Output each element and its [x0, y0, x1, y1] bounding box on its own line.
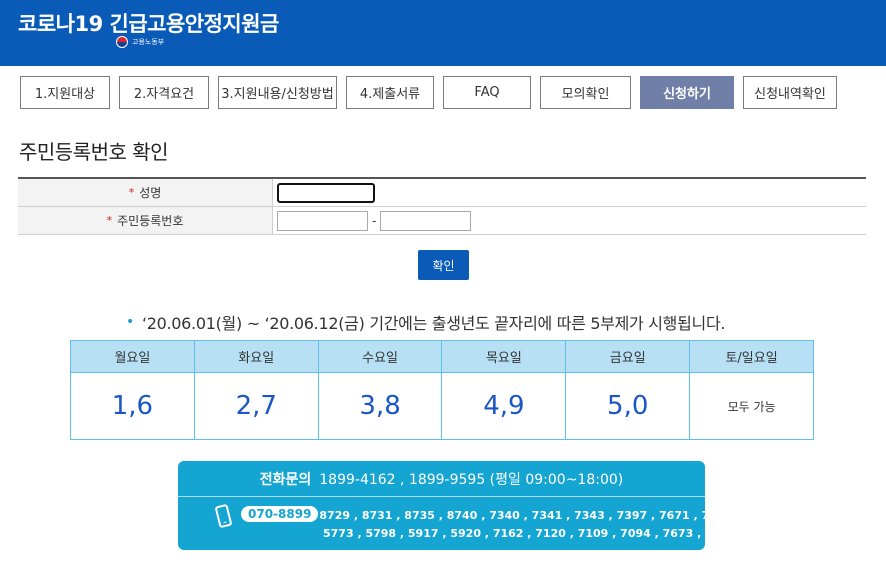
contact-box: 전화문의 1899-4162 , 1899-9595 (평일 09:00~18:… [178, 461, 736, 550]
tab-application-history[interactable]: 신청내역확인 [743, 76, 837, 109]
contact-numbers: 1899-4162 , 1899-9595 (평일 09:00~18:00) [319, 471, 624, 488]
required-mark: * [128, 186, 135, 199]
table-row: 1,6 2,7 3,8 4,9 5,0 모두 가능 [70, 372, 814, 440]
taegeuk-emblem-icon [116, 36, 128, 48]
jumin-label: * 주민등록번호 [18, 207, 273, 234]
header-monday: 월요일 [70, 340, 195, 373]
header-thursday: 목요일 [441, 340, 567, 373]
jumin-field-cell: - [273, 207, 866, 234]
name-label-text: 성명 [139, 186, 162, 200]
notice-text: ‘20.06.01(월) ~ ‘20.06.12(금) 기간에는 출생년도 끝자… [141, 314, 726, 333]
monday-digits: 1,6 [70, 372, 195, 440]
required-mark: * [106, 214, 113, 227]
tab-mock-check[interactable]: 모의확인 [540, 76, 631, 109]
name-field-cell [273, 179, 866, 206]
main-tabs: 1.지원대상 2.자격요건 3.지원내용/신청방법 4.제출서류 FAQ 모의확… [20, 76, 846, 109]
header-tuesday: 화요일 [193, 340, 319, 373]
form-row-name: * 성명 [18, 179, 866, 207]
bullet-icon: • [126, 314, 134, 330]
contact-label: 전화문의 [259, 471, 312, 488]
header-friday: 금요일 [565, 340, 691, 373]
tuesday-digits: 2,7 [193, 372, 319, 440]
site-title[interactable]: 코로나19 긴급고용안정지원금 [18, 8, 279, 38]
ministry-name: 고용노동부 [132, 38, 165, 46]
header-weekend: 토/일요일 [689, 340, 814, 373]
tab-faq[interactable]: FAQ [443, 76, 531, 109]
weekend-digits: 모두 가능 [689, 372, 814, 440]
weekday-schedule-table: 월요일 화요일 수요일 목요일 금요일 토/일요일 1,6 2,7 3,8 4,… [70, 340, 814, 440]
tab-qualifications[interactable]: 2.자격요건 [119, 76, 209, 109]
page-title: 주민등록번호 확인 [19, 140, 169, 164]
identity-form: * 성명 * 주민등록번호 - [18, 177, 866, 235]
confirm-button[interactable]: 확인 [418, 250, 469, 280]
tab-eligibility-target[interactable]: 1.지원대상 [20, 76, 110, 109]
site-header: 코로나19 긴급고용안정지원금 고용노동부 [0, 0, 886, 66]
thursday-digits: 4,9 [441, 372, 567, 440]
main-number-badge: 070-8899 [241, 506, 319, 522]
contact-phone-line: 전화문의 1899-4162 , 1899-9595 (평일 09:00~18:… [178, 461, 705, 497]
wednesday-digits: 3,8 [317, 372, 443, 440]
extension-line-1: - 8729 , 8731 , 8735 , 8740 , 7340 , 734… [311, 509, 733, 522]
form-row-jumin: * 주민등록번호 - [18, 207, 866, 235]
name-input[interactable] [277, 182, 375, 203]
extension-line-2: 5773 , 5798 , 5917 , 5920 , 7162 , 7120 … [323, 527, 736, 540]
table-header-row: 월요일 화요일 수요일 목요일 금요일 토/일요일 [70, 340, 814, 373]
tab-documents[interactable]: 4.제출서류 [346, 76, 434, 109]
jumin-label-text: 주민등록번호 [117, 214, 184, 228]
five-day-rotation-notice: • ‘20.06.01(월) ~ ‘20.06.12(금) 기간에는 출생년도 … [126, 310, 725, 334]
contact-extension-area: 070-8899 - 8729 , 8731 , 8735 , 8740 , 7… [178, 497, 736, 550]
tab-apply[interactable]: 신청하기 [640, 76, 734, 109]
name-label: * 성명 [18, 179, 273, 206]
header-wednesday: 수요일 [317, 340, 443, 373]
jumin-front-input[interactable] [277, 210, 368, 231]
jumin-back-input[interactable] [380, 210, 472, 231]
jumin-dash: - [372, 213, 377, 228]
extension-list: - 8729 , 8731 , 8735 , 8740 , 7340 , 734… [311, 507, 736, 543]
tab-support-method[interactable]: 3.지원내용/신청방법 [218, 76, 337, 109]
friday-digits: 5,0 [565, 372, 691, 440]
ministry-logo: 고용노동부 [116, 36, 164, 48]
mobile-phone-icon [214, 503, 233, 529]
